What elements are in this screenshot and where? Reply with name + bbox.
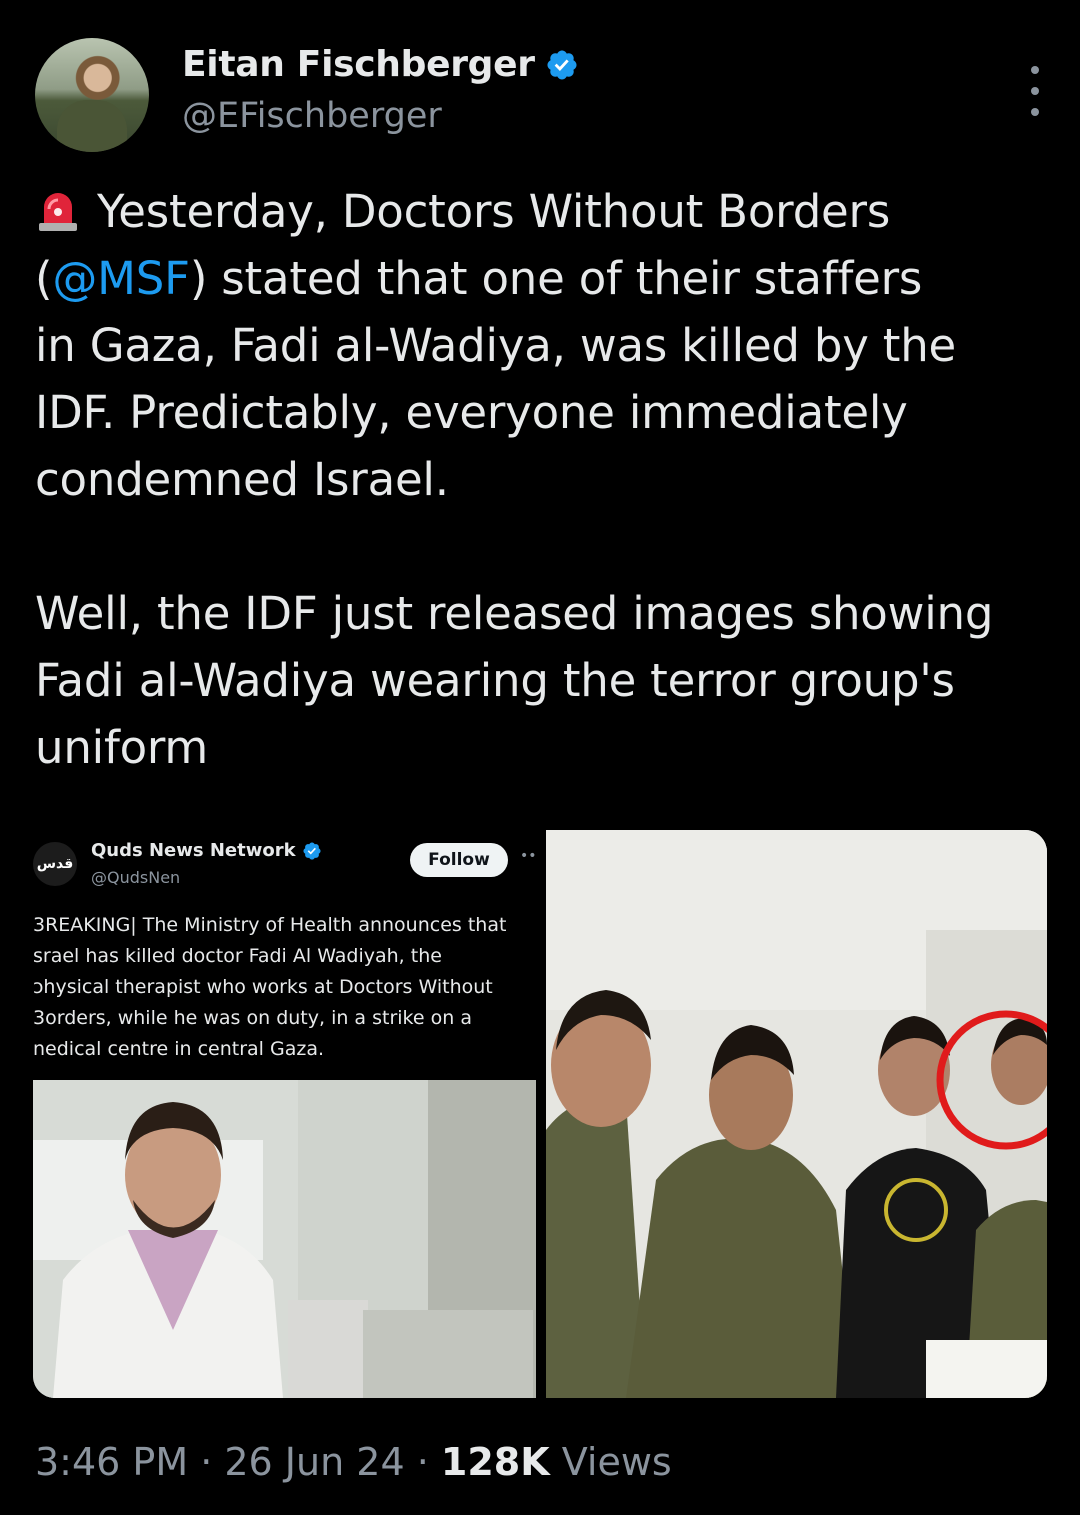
quds-logo: قدس — [33, 842, 77, 886]
tweet-line-5: condemned Israel. — [35, 453, 449, 506]
doctor-photo-illustration — [33, 1080, 536, 1398]
quoted-verified-icon — [303, 841, 321, 860]
quoted-text-line: srael has killed doctor Fadi Al Wadiyah,… — [33, 945, 442, 967]
quoted-author-name: Quds News Network — [91, 840, 296, 861]
author-name[interactable]: Eitan Fischberger — [182, 44, 535, 85]
quoted-more-icon: •• — [520, 848, 537, 864]
views-label: Views — [549, 1440, 672, 1484]
verified-badge-icon — [547, 49, 577, 80]
siren-icon — [39, 193, 77, 231]
quoted-author-row: Quds News Network — [91, 840, 322, 861]
tweet-line-6: Well, the IDF just released images showi… — [35, 587, 994, 640]
media-grid[interactable]: قدس Quds News Network @QudsNen Follow ••… — [33, 830, 1047, 1398]
more-options-icon[interactable] — [1025, 66, 1045, 116]
media-image-group-photo[interactable] — [546, 830, 1047, 1398]
tweet-line-4: IDF. Predictably, everyone immediately — [35, 386, 908, 439]
meta-separator: · — [188, 1440, 225, 1484]
tweet-meta-row: 3:46 PM · 26 Jun 24 · 128K Views — [35, 1440, 672, 1484]
quoted-photo-doctor — [33, 1080, 536, 1398]
author-avatar[interactable] — [35, 38, 149, 152]
tweet-line-2: ) stated that one of their staffers — [189, 252, 923, 305]
views-count: 128K — [440, 1440, 550, 1484]
mention-msf-link[interactable]: @MSF — [52, 252, 190, 305]
tweet-line-8: uniform — [35, 721, 209, 774]
quoted-text-line: 3orders, while he was on duty, in a stri… — [33, 1007, 472, 1029]
meta-separator: · — [404, 1440, 441, 1484]
tweet-line-3: in Gaza, Fadi al-Wadiya, was killed by t… — [35, 319, 957, 372]
media-image-screenshot[interactable]: قدس Quds News Network @QudsNen Follow ••… — [33, 830, 538, 1398]
quoted-author-handle: @QudsNen — [91, 868, 181, 887]
tweet-line-7: Fadi al-Wadiya wearing the terror group'… — [35, 654, 955, 707]
tweet-body: Yesterday, Doctors Without Borders (@MSF… — [35, 178, 1045, 781]
tweet-date[interactable]: 26 Jun 24 — [224, 1440, 404, 1484]
tweet-line-1: Yesterday, Doctors Without Borders — [97, 185, 891, 238]
follow-button: Follow — [410, 843, 508, 877]
author-handle[interactable]: @EFischberger — [182, 96, 442, 136]
quoted-text-line: 3REAKING| The Ministry of Health announc… — [33, 914, 507, 936]
tweet-header: Eitan Fischberger @EFischberger — [35, 38, 1045, 153]
quoted-text-line: nedical centre in central Gaza. — [33, 1038, 325, 1060]
quoted-text: 3REAKING| The Ministry of Health announc… — [33, 910, 538, 1065]
quoted-text-line: ɔhysical therapist who works at Doctors … — [33, 976, 493, 998]
tweet-time[interactable]: 3:46 PM — [35, 1440, 188, 1484]
tweet-paren: ( — [35, 252, 53, 305]
author-name-row[interactable]: Eitan Fischberger — [182, 44, 579, 85]
group-photo-illustration — [546, 830, 1047, 1398]
